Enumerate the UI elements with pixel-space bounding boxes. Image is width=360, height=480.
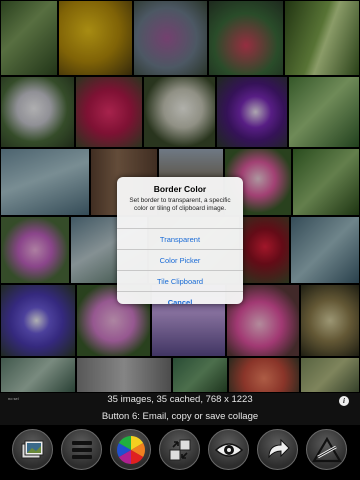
redo-icon — [267, 438, 290, 458]
list-icon — [71, 440, 92, 459]
info-icon[interactable]: i — [339, 396, 349, 406]
dialog-title: Border Color — [153, 184, 207, 194]
button-hint-text: Button 6: Email, copy or save collage — [101, 411, 259, 422]
tile-clipboard-button[interactable]: Tile Clipboard — [117, 270, 243, 291]
shuffle-icon — [169, 439, 190, 460]
color-wheel-icon — [116, 435, 145, 464]
photos-button[interactable] — [12, 429, 53, 470]
cancel-button[interactable]: Cancel — [117, 291, 243, 304]
shuffle-button[interactable] — [159, 429, 200, 470]
transparent-button[interactable]: Transparent — [117, 228, 243, 249]
dialog-message: Set border to transparent, a specific co… — [129, 197, 231, 212]
color-wheel-button[interactable] — [110, 429, 151, 470]
tools-button[interactable] — [306, 429, 347, 470]
color-picker-button[interactable]: Color Picker — [117, 249, 243, 270]
bottom-toolbar — [0, 425, 360, 480]
list-button[interactable] — [61, 429, 102, 470]
photos-icon — [21, 440, 43, 458]
redo-button[interactable] — [257, 429, 298, 470]
border-color-dialog: Border Color Set border to transparent, … — [117, 177, 243, 304]
image-count-text: 35 images, 35 cached, 768 x 1223 — [107, 394, 253, 405]
tools-icon — [311, 436, 342, 462]
preview-button[interactable] — [208, 429, 249, 470]
eye-icon — [214, 442, 243, 457]
